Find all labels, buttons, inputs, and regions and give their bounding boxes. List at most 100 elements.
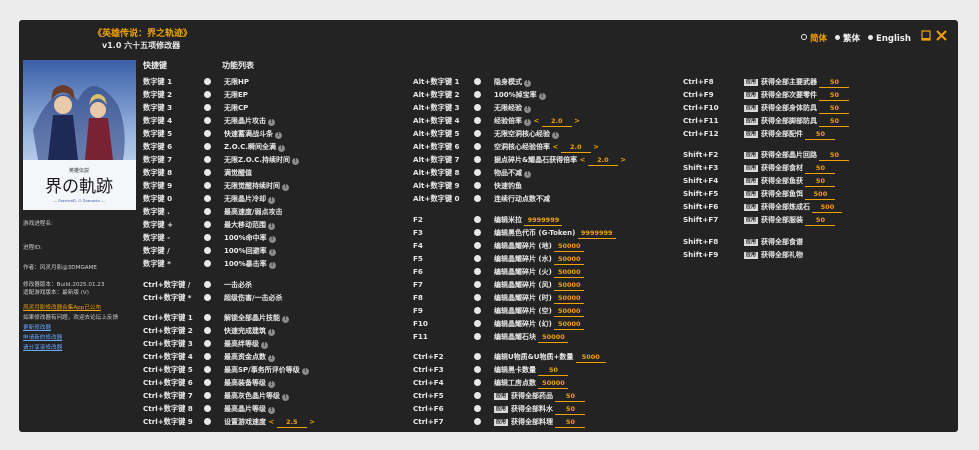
toggle-switch[interactable] [474, 353, 481, 360]
toggle-switch[interactable] [474, 143, 481, 150]
toggle-switch[interactable] [204, 78, 211, 85]
cheat-item[interactable]: 无限晶片攻击! [224, 115, 275, 127]
toggle-switch[interactable] [204, 327, 211, 334]
toggle-switch[interactable] [204, 353, 211, 360]
apply-button[interactable]: 应用 [744, 152, 759, 159]
cheat-item[interactable]: 编辑工房点数 50000 [494, 377, 569, 389]
value-input[interactable]: 50 [805, 215, 836, 226]
cheat-item[interactable]: 编辑米拉 9999999 [494, 214, 563, 226]
cheat-item[interactable]: 无限觉醒持续时间! [224, 180, 289, 192]
decrease-arrow-icon[interactable]: < [266, 418, 277, 426]
toggle-switch[interactable] [474, 320, 481, 327]
info-icon[interactable]: ! [268, 223, 275, 230]
toggle-switch[interactable] [204, 294, 211, 301]
cheat-item[interactable]: Z.O.C.瞬间全满! [224, 141, 285, 153]
toggle-switch[interactable] [474, 216, 481, 223]
toggle-switch[interactable] [474, 169, 481, 176]
value-input[interactable]: 50 [805, 129, 836, 140]
toggle-switch[interactable] [204, 392, 211, 399]
cheat-item[interactable]: 连续行动点数不减 [494, 193, 550, 205]
toggle-switch[interactable] [204, 182, 211, 189]
toggle-switch[interactable] [204, 195, 211, 202]
cheat-item[interactable]: 最高装备等级! [224, 377, 275, 389]
language-option[interactable]: 简体 [801, 34, 827, 44]
info-icon[interactable]: ! [552, 132, 559, 139]
cheat-item[interactable]: 应用 获得全部礼物 [744, 249, 803, 261]
toggle-switch[interactable] [474, 255, 481, 262]
value-input[interactable]: 5000 [575, 352, 606, 363]
toggle-switch[interactable] [474, 405, 481, 412]
cheat-item[interactable]: 空洞核心经验倍率 < 2.0 > [494, 141, 599, 153]
cheat-item[interactable]: 编辑晶耀碎片 (时) 50000 [494, 292, 585, 304]
toggle-switch[interactable] [474, 379, 481, 386]
value-input[interactable]: 50 [819, 90, 850, 101]
decrease-arrow-icon[interactable]: < [550, 143, 561, 151]
toggle-switch[interactable] [204, 418, 211, 425]
value-input[interactable]: 50 [805, 163, 836, 174]
apply-button[interactable]: 应用 [744, 131, 759, 138]
cheat-item[interactable]: 应用 获得全部次要零件 50 [744, 89, 850, 101]
cheat-item[interactable]: 一击必杀 [224, 279, 252, 291]
cheat-item[interactable]: 100%掉宝率! [494, 89, 546, 101]
info-icon[interactable]: ! [524, 171, 531, 178]
value-input[interactable]: 9999999 [577, 228, 616, 239]
toggle-switch[interactable] [474, 366, 481, 373]
cheat-item[interactable]: 经验倍率! < 2.0 > [494, 115, 580, 127]
toggle-switch[interactable] [204, 281, 211, 288]
info-icon[interactable]: ! [282, 394, 289, 401]
cheat-item[interactable]: 快速钓鱼 [494, 180, 522, 192]
cheat-item[interactable]: 最高速度/弱点攻击 [224, 206, 283, 218]
value-input[interactable]: 50 [819, 150, 850, 161]
toggle-switch[interactable] [204, 156, 211, 163]
info-icon[interactable]: ! [268, 381, 275, 388]
toggle-switch[interactable] [474, 418, 481, 425]
info-icon[interactable]: ! [268, 262, 276, 269]
cheat-item[interactable]: 应用 获得全部料理 50 [494, 416, 586, 428]
toggle-switch[interactable] [474, 117, 481, 124]
share-link[interactable]: 请分享该修改器 [23, 344, 62, 353]
value-input[interactable]: 50000 [554, 241, 585, 252]
toggle-switch[interactable] [204, 208, 211, 215]
value-input[interactable]: 2.0 [541, 116, 572, 127]
toggle-switch[interactable] [474, 130, 481, 137]
toggle-switch[interactable] [474, 78, 481, 85]
language-option[interactable]: 繁体 [835, 34, 860, 44]
info-icon[interactable]: ! [268, 119, 275, 126]
info-icon[interactable]: ! [268, 355, 275, 362]
value-input[interactable]: 50000 [554, 267, 585, 278]
toggle-switch[interactable] [204, 130, 211, 137]
toggle-switch[interactable] [474, 281, 481, 288]
apply-button[interactable]: 应用 [494, 406, 509, 413]
info-icon[interactable]: ! [524, 106, 531, 113]
apply-button[interactable]: 应用 [494, 419, 509, 426]
cheat-item[interactable]: 无限晶片冷却! [224, 193, 275, 205]
info-icon[interactable]: ! [282, 316, 289, 323]
cheat-item[interactable]: 无限Z.O.C.持续时间! [224, 154, 299, 166]
cheat-item[interactable]: 最高资金点数! [224, 351, 275, 363]
cheat-item[interactable]: 无限EP [224, 89, 248, 101]
cheat-item[interactable]: 编辑晶耀碎片 (空) 50000 [494, 305, 585, 317]
apply-button[interactable]: 应用 [744, 165, 759, 172]
value-input[interactable]: 2.5 [276, 417, 307, 428]
info-icon[interactable]: ! [524, 80, 531, 87]
close-icon[interactable] [936, 30, 947, 44]
cheat-item[interactable]: 无限经验! [494, 102, 531, 114]
apply-button[interactable]: 应用 [744, 92, 759, 99]
app-collection-link[interactable]: 风灵月影修改器合集App已公布 [23, 304, 101, 313]
value-input[interactable]: 50 [555, 404, 586, 415]
toggle-switch[interactable] [474, 268, 481, 275]
info-icon[interactable]: ! [261, 342, 268, 349]
cheat-item[interactable]: 超级伤害/一击必杀 [224, 292, 283, 304]
cheat-item[interactable]: 编辑晶耀碎片 (幻) 50000 [494, 318, 585, 330]
info-icon[interactable]: ! [278, 145, 285, 152]
cheat-item[interactable]: 应用 获得全部鱼获 50 [744, 175, 836, 187]
apply-button[interactable]: 应用 [744, 217, 759, 224]
apply-button[interactable]: 应用 [494, 393, 509, 400]
cheat-item[interactable]: 满觉醒值 [224, 167, 252, 179]
increase-arrow-icon[interactable]: > [572, 117, 580, 125]
apply-button[interactable]: 应用 [744, 79, 759, 86]
toggle-switch[interactable] [474, 242, 481, 249]
cheat-item[interactable]: 编辑U物质&U物质+数量 5000 [494, 351, 606, 363]
request-link[interactable]: 申请新的修改器 [23, 334, 62, 343]
toggle-switch[interactable] [204, 91, 211, 98]
